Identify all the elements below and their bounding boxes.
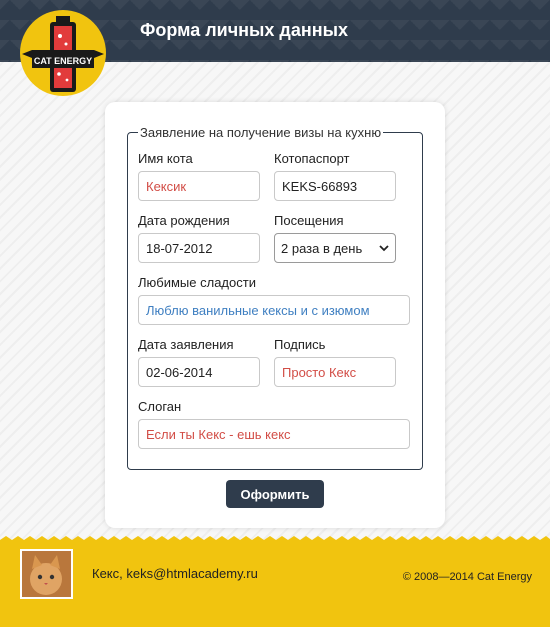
visits-select[interactable]: 2 раза в день (274, 233, 396, 263)
signature-input[interactable]: Просто Кекс (274, 357, 396, 387)
avatar (20, 549, 73, 599)
visits-label: Посещения (274, 213, 344, 228)
application-date-label: Дата заявления (138, 337, 234, 352)
sweets-input[interactable]: Люблю ванильные кексы и с изюмом (138, 295, 410, 325)
sweets-label: Любимые сладости (138, 275, 256, 290)
application-date-input[interactable]: 02-06-2014 (138, 357, 260, 387)
fieldset-legend: Заявление на получение визы на кухню (138, 125, 384, 140)
cat-energy-logo[interactable]: CAT ENERGY (20, 10, 106, 96)
submit-button[interactable]: Оформить (226, 480, 324, 508)
chevron-down-icon (379, 245, 389, 252)
cat-photo-icon (22, 551, 71, 597)
footer-contact: Кекс, keks@htmlacademy.ru (92, 566, 258, 581)
page-footer (0, 540, 550, 627)
logo-text: CAT ENERGY (34, 56, 92, 66)
slogan-input[interactable]: Если ты Кекс - ешь кекс (138, 419, 410, 449)
signature-label: Подпись (274, 337, 326, 352)
passport-label: Котопаспорт (274, 151, 350, 166)
visits-selected-value: 2 раза в день (281, 240, 363, 256)
cat-name-input[interactable]: Кексик (138, 171, 260, 201)
form-card: Заявление на получение визы на кухню Имя… (105, 102, 445, 528)
cat-name-label: Имя кота (138, 151, 193, 166)
battery-logo-icon: CAT ENERGY (22, 16, 104, 92)
footer-copyright: © 2008—2014 Cat Energy (402, 571, 532, 583)
passport-input[interactable]: KEKS-66893 (274, 171, 396, 201)
birth-date-input[interactable]: 18-07-2012 (138, 233, 260, 263)
page-title: Форма личных данных (140, 20, 348, 40)
visa-fieldset: Заявление на получение визы на кухню Имя… (127, 125, 423, 470)
slogan-label: Слоган (138, 399, 182, 414)
birth-date-label: Дата рождения (138, 213, 230, 228)
